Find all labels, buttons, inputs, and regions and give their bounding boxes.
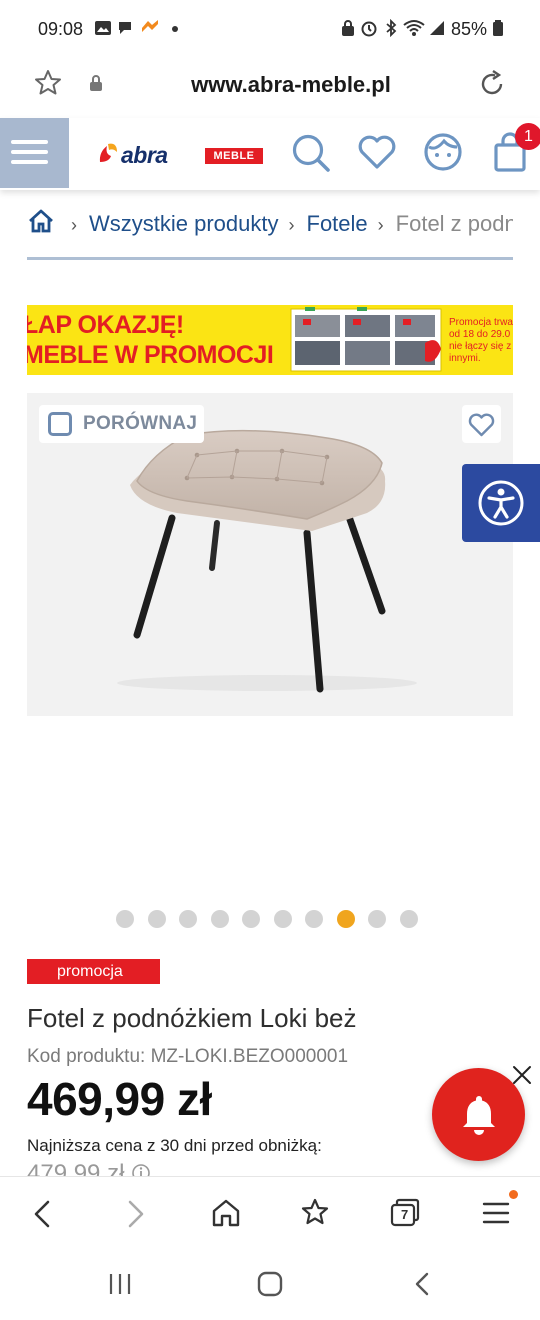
- promo-badge: promocja: [27, 959, 160, 984]
- browser-toolbar: 7: [0, 1176, 540, 1248]
- breadcrumb-divider: [27, 257, 513, 260]
- gallery-dot[interactable]: [273, 910, 292, 928]
- menu-icon[interactable]: [481, 1199, 511, 1227]
- battery-percent: 85%: [451, 19, 488, 39]
- logo-sub-text: MEBLE: [205, 148, 263, 164]
- lock-status-icon: [342, 20, 354, 36]
- home-nav-icon[interactable]: [256, 1271, 284, 1297]
- add-to-favorites-button[interactable]: [462, 405, 501, 443]
- gallery-dot[interactable]: [116, 910, 134, 928]
- banner-note: Promocja trwa od 18 do 29.0 i nie łączy …: [449, 317, 513, 364]
- product-code: Kod produktu: MZ-LOKI.BEZO000001: [27, 1046, 349, 1067]
- system-navigation-bar: [0, 1248, 540, 1320]
- gallery-dot[interactable]: [147, 910, 166, 928]
- forward-icon[interactable]: [122, 1199, 148, 1229]
- compare-checkbox[interactable]: [48, 412, 72, 436]
- menu-notification-dot: [509, 1190, 518, 1199]
- hamburger-icon-bar: [11, 150, 48, 154]
- old-price-value: 479,99 zł: [27, 1160, 125, 1176]
- signal-icon: [430, 21, 444, 35]
- product-price: 469,99 zł: [27, 1073, 212, 1125]
- compare-toggle[interactable]: PORÓWNAJ: [39, 405, 204, 443]
- browser-url-bar: www.abra-meble.pl: [0, 58, 540, 116]
- back-nav-icon[interactable]: [410, 1271, 436, 1297]
- promo-banner[interactable]: ŁAP OKAZJĘ! MEBLE W PROMOCJI Promocja tr…: [27, 305, 513, 375]
- home-icon[interactable]: [27, 208, 55, 234]
- heart-icon: [468, 413, 495, 437]
- breadcrumb-armchairs[interactable]: Fotele: [307, 211, 368, 236]
- reload-icon[interactable]: [477, 69, 507, 99]
- cart-count-badge[interactable]: 1: [515, 123, 540, 150]
- home-icon[interactable]: [210, 1197, 242, 1229]
- product-name: Fotel z podnóżkiem Loki beż: [27, 1003, 357, 1033]
- gallery-dot[interactable]: [179, 910, 197, 928]
- search-icon[interactable]: [290, 132, 332, 174]
- site-header: abra MEBLE: [0, 118, 540, 190]
- heart-icon[interactable]: [357, 134, 397, 170]
- gallery-dot[interactable]: [336, 910, 355, 928]
- breadcrumb-separator: ›: [71, 215, 77, 235]
- old-price: 479,99 zł: [27, 1160, 151, 1176]
- hamburger-icon-bar: [11, 160, 48, 164]
- status-bar: 09:08 85%: [0, 0, 540, 58]
- recent-apps-icon[interactable]: [106, 1272, 134, 1296]
- alarm-icon: [361, 21, 377, 37]
- banner-brochure-image: [290, 307, 442, 372]
- back-icon[interactable]: [30, 1199, 56, 1229]
- wifi-icon: [403, 20, 425, 36]
- breadcrumb: › Wszystkie produkty › Fotele › Fotel z podnó…: [27, 208, 513, 242]
- gallery-icon: [95, 21, 111, 35]
- account-icon[interactable]: [422, 131, 464, 173]
- status-time: 09:08: [38, 19, 84, 39]
- logo-flame-icon: [99, 143, 117, 162]
- gallery-dot[interactable]: [399, 910, 418, 928]
- gallery-dot[interactable]: [305, 910, 323, 928]
- info-icon[interactable]: [131, 1163, 151, 1176]
- gallery-dot[interactable]: [210, 910, 229, 928]
- banner-headline: ŁAP OKAZJĘ!: [27, 311, 184, 339]
- chat-icon: [119, 22, 131, 34]
- accessibility-icon: [478, 480, 524, 526]
- more-notifications-dot: [172, 26, 178, 32]
- bell-icon: [463, 1096, 495, 1135]
- menu-button[interactable]: [0, 118, 69, 188]
- app-icon: [142, 20, 158, 32]
- logo-text: abra: [121, 142, 168, 168]
- bluetooth-icon: [386, 19, 397, 37]
- banner-subheadline: MEBLE W PROMOCJI: [27, 341, 274, 369]
- lowest-price-label: Najniższa cena z 30 dni przed obniżką:: [27, 1136, 322, 1155]
- gallery-dot[interactable]: [368, 910, 386, 928]
- battery-icon: [493, 20, 503, 36]
- breadcrumb-separator: ›: [288, 215, 295, 235]
- breadcrumb-separator: ›: [377, 215, 384, 235]
- bookmarks-icon[interactable]: [298, 1196, 332, 1230]
- accessibility-button[interactable]: [462, 464, 540, 542]
- breadcrumb-all-products[interactable]: Wszystkie produkty: [89, 211, 279, 236]
- compare-label: PORÓWNAJ: [83, 413, 198, 434]
- tab-count: 7: [401, 1207, 409, 1222]
- gallery-dot[interactable]: [242, 910, 260, 928]
- site-logo[interactable]: abra MEBLE: [97, 140, 267, 170]
- hamburger-icon: [11, 140, 48, 144]
- close-icon[interactable]: [511, 1064, 533, 1086]
- breadcrumb-current: Fotel z podnóżkiem Loki beż: [395, 211, 513, 236]
- url-text[interactable]: www.abra-meble.pl: [0, 72, 540, 98]
